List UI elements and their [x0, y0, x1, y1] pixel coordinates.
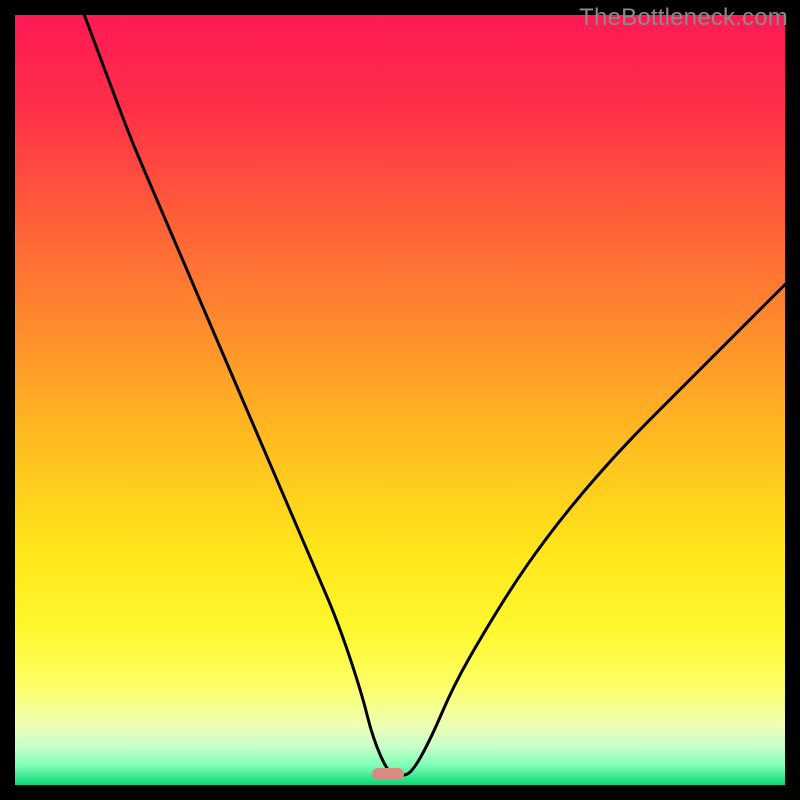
chart-frame: TheBottleneck.com: [0, 0, 800, 800]
watermark-label: TheBottleneck.com: [579, 4, 788, 32]
optimal-marker: [372, 768, 404, 780]
plot-area: [15, 15, 785, 785]
bottleneck-curve: [15, 15, 785, 785]
